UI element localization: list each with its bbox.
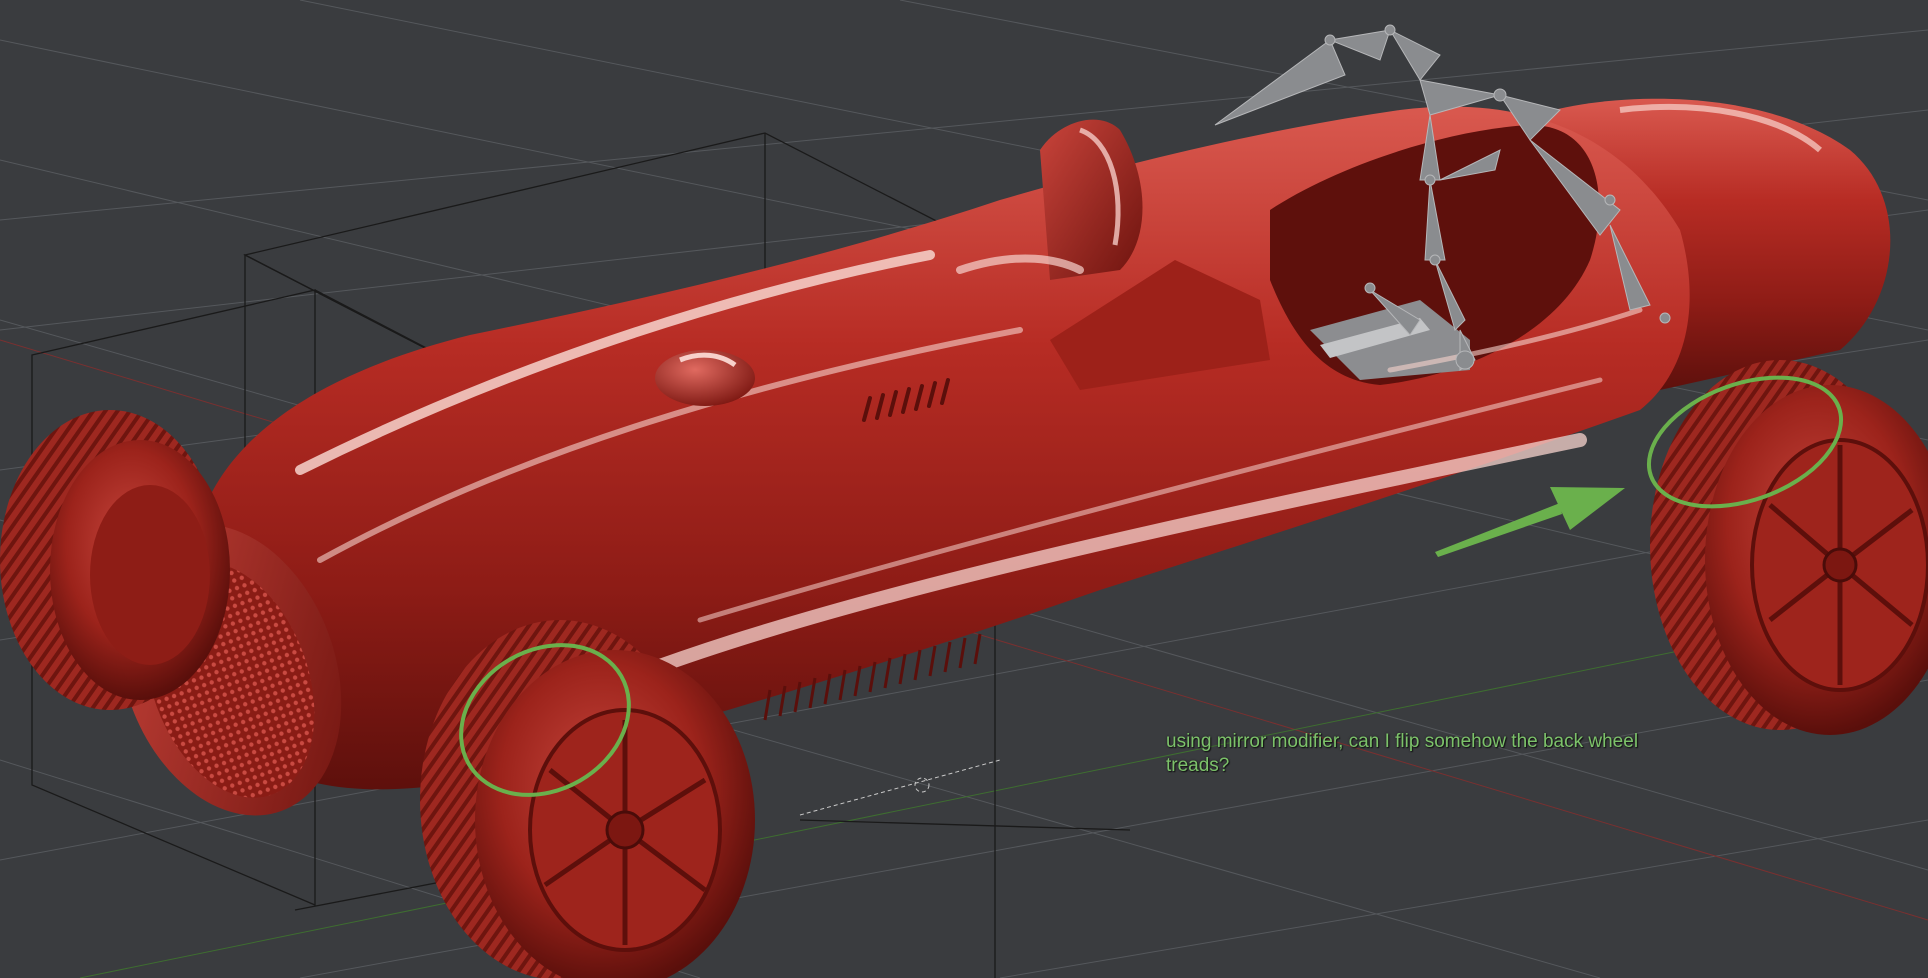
viewport-canvas[interactable] [0, 0, 1928, 978]
front-left-wheel [0, 410, 230, 710]
annotation-text: using mirror modifier, can I flip someho… [1166, 731, 1639, 776]
3d-viewport[interactable]: using mirror modifier, can I flip someho… [0, 0, 1928, 978]
windscreen [1040, 119, 1143, 280]
hood-bump [655, 350, 755, 406]
arrow-icon [1435, 487, 1625, 557]
origin-marker [799, 759, 1001, 816]
rear-right-wheel [1650, 360, 1928, 735]
